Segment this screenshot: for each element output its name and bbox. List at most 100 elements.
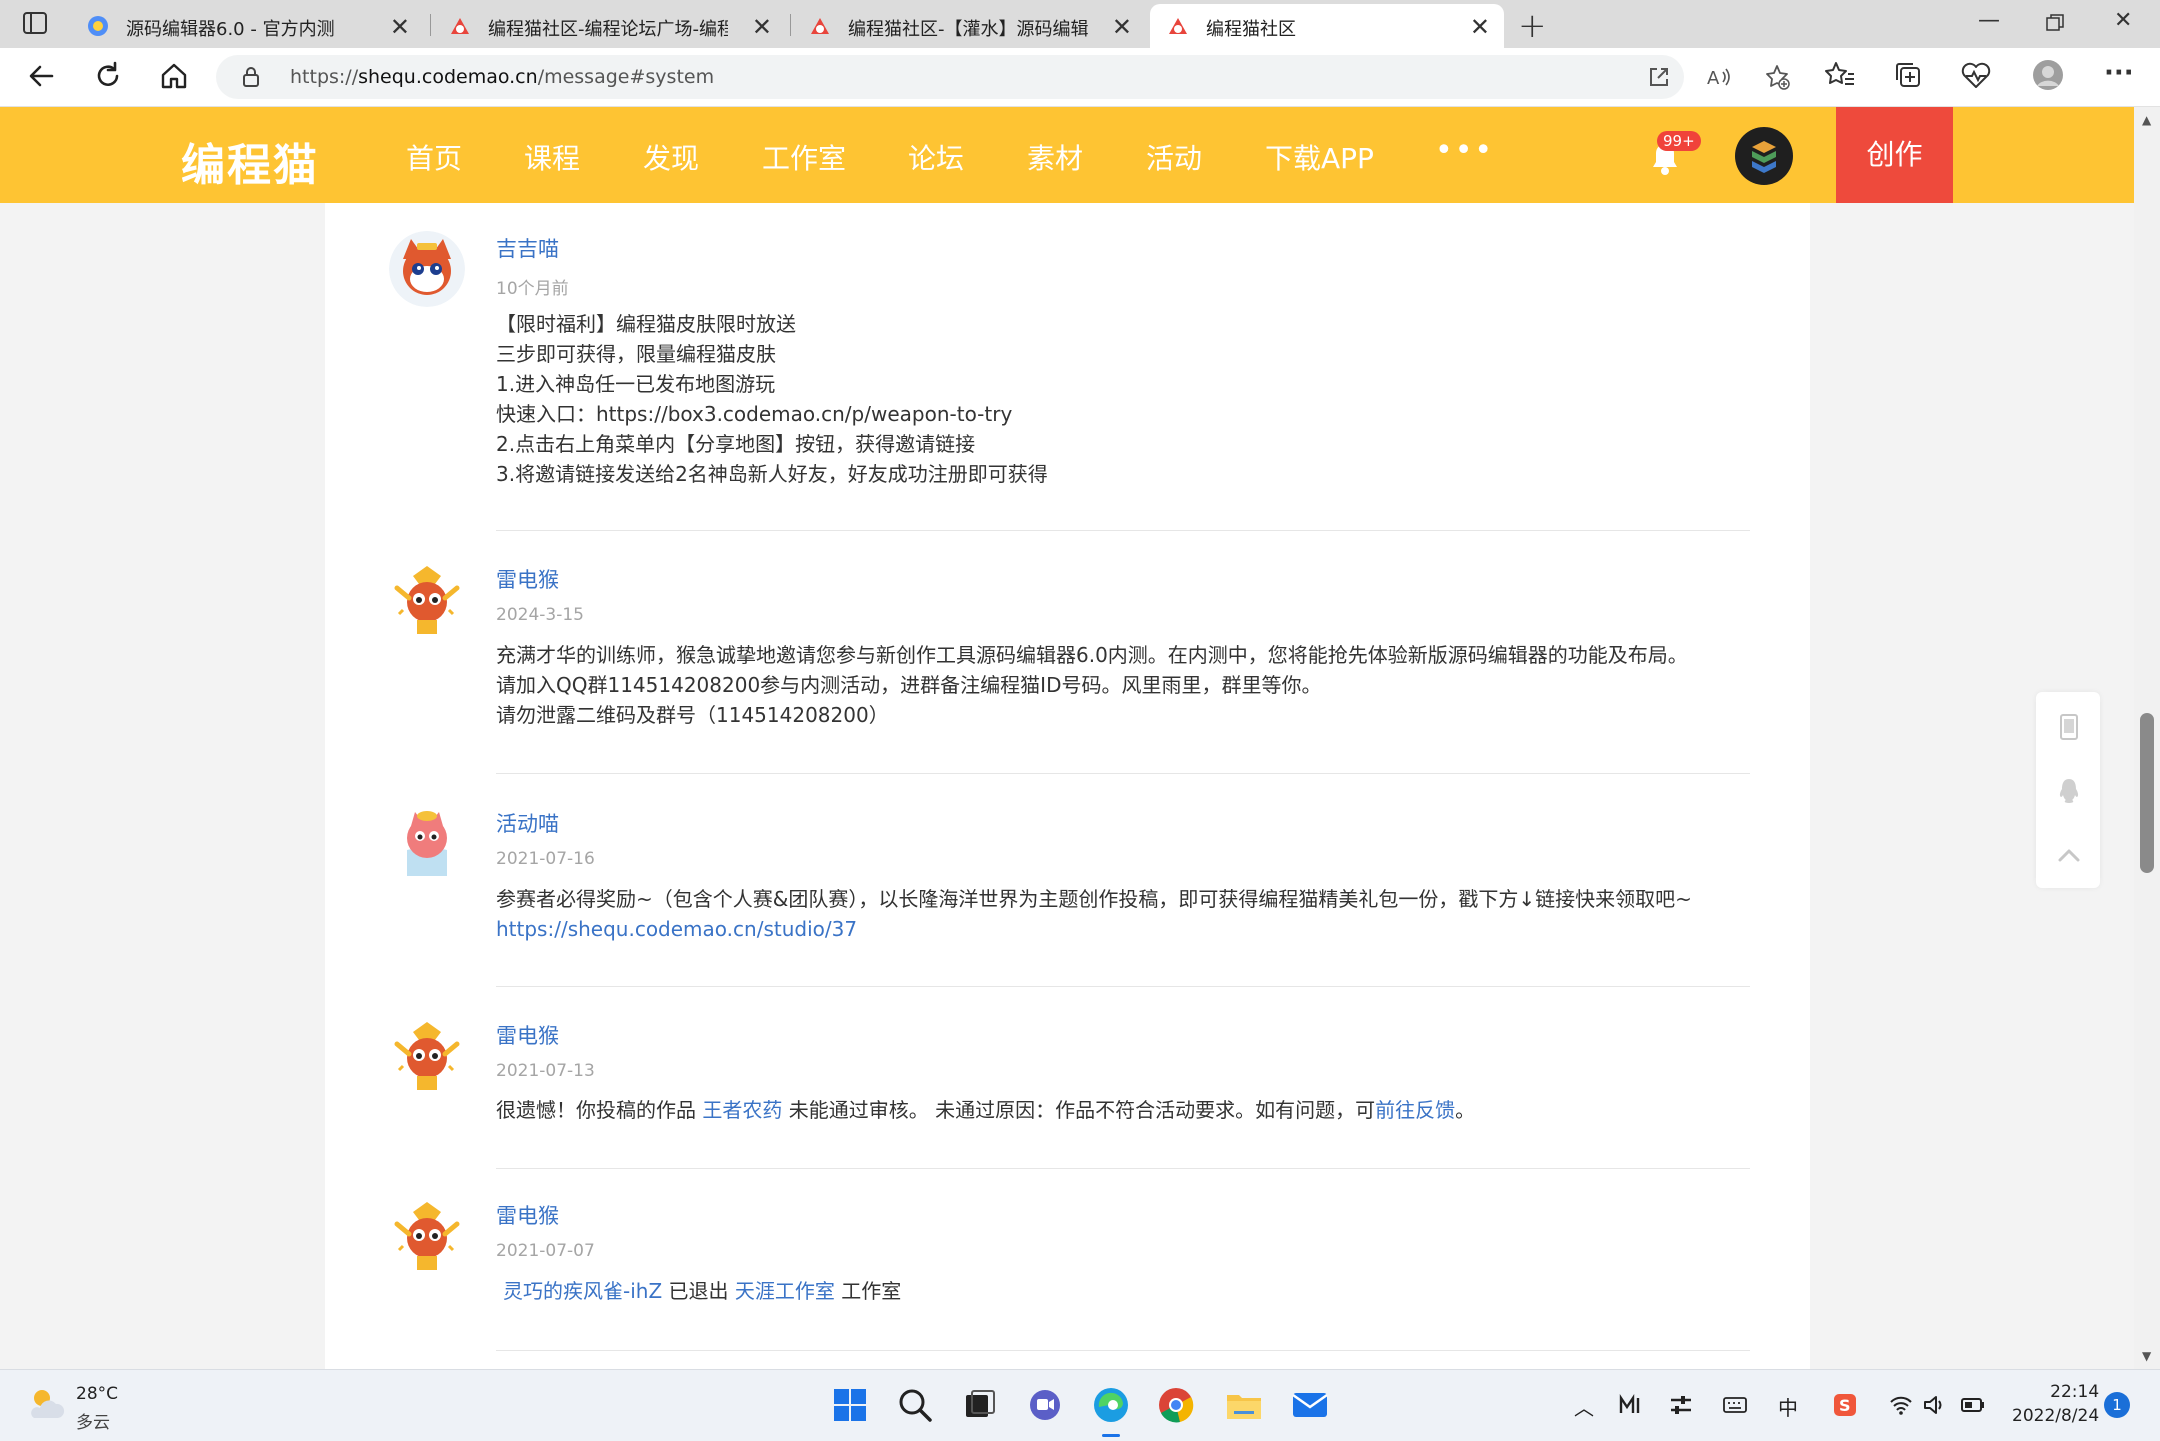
browser-tab[interactable]: 源码编辑器6.0 - 官方内测 ✕ [70,4,424,48]
feedback-link[interactable]: 前往反馈 [1375,1098,1455,1122]
nav-events[interactable]: 活动 [1146,137,1202,177]
browser-tab[interactable]: 编程猫社区-编程论坛广场-编程学 ✕ [432,4,786,48]
edge-browser-icon[interactable] [1089,1383,1133,1427]
site-logo[interactable]: 编程猫 [181,129,319,193]
new-tab-icon[interactable]: + [1518,6,1547,46]
nav-discover[interactable]: 发现 [643,137,699,177]
sender-avatar[interactable] [389,806,465,882]
audio-app-icon[interactable] [1618,1392,1644,1418]
studio-name-link[interactable]: 天涯工作室 [735,1279,835,1303]
user-avatar-image [1752,141,1776,173]
minimize-icon[interactable]: — [1978,8,2000,33]
sender-name[interactable]: 雷电猴 [496,1200,559,1230]
chat-icon[interactable] [1023,1383,1067,1427]
studio-link[interactable]: https://shequ.codemao.cn/studio/37 [496,917,857,941]
settings-more-icon[interactable]: ··· [2104,58,2136,90]
tab-close-icon[interactable]: ✕ [752,13,772,41]
profile-avatar-icon[interactable] [2032,59,2064,91]
sogou-input-icon[interactable]: S [1832,1392,1858,1418]
weather-widget[interactable]: 28°C 多云 [26,1384,118,1433]
message-divider [496,530,1750,531]
sender-name[interactable]: 活动喵 [496,808,559,838]
qq-icon[interactable] [2054,776,2084,806]
page-scrollbar[interactable]: ▲ ▼ [2134,107,2160,1369]
ime-indicator[interactable]: 中 [1778,1392,1804,1420]
back-to-top-icon[interactable] [2054,840,2084,870]
start-icon[interactable] [828,1383,872,1427]
message-line: 1.进入神岛任一已发布地图游玩 [496,372,776,396]
site-header: 编程猫 首页 课程 发现 工作室 论坛 素材 活动 下载APP ••• 99+ … [0,107,2134,203]
user-avatar[interactable] [1735,127,1793,185]
tab-actions-icon[interactable] [22,11,48,35]
message-line: 请加入QQ群114514208200参与内测活动，进群备注编程猫ID号码。风里雨… [496,673,1322,697]
favorites-icon[interactable] [1824,59,1856,91]
system-clock[interactable]: 22:14 2022/8/24 [2012,1382,2099,1426]
sender-name[interactable]: 吉吉喵 [496,233,559,263]
scroll-up-icon[interactable]: ▲ [2142,113,2151,127]
scroll-down-icon[interactable]: ▼ [2142,1349,2151,1363]
sender-avatar[interactable] [389,562,465,638]
nav-more-icon[interactable]: ••• [1435,133,1494,168]
message-body: 【限时福利】编程猫皮肤限时放送 三步即可获得，限量编程猫皮肤 1.进入神岛任一已… [496,309,1048,489]
message-divider [496,986,1750,987]
refresh-icon[interactable] [90,58,126,94]
home-icon[interactable] [156,58,192,94]
nav-forum[interactable]: 论坛 [908,137,964,177]
nav-studio[interactable]: 工作室 [762,137,846,177]
nav-courses[interactable]: 课程 [524,137,580,177]
browser-tab[interactable]: 编程猫社区-【灌水】源码编辑器 ✕ [792,4,1146,48]
controls-icon[interactable] [1668,1392,1694,1418]
volume-icon[interactable] [1922,1392,1948,1418]
show-hidden-icons-chevron-icon[interactable]: ︿ [1574,1392,1600,1420]
nav-download-app[interactable]: 下载APP [1265,137,1374,177]
tab-close-icon[interactable]: ✕ [390,13,410,41]
tab-close-icon[interactable]: ✕ [1470,13,1490,41]
search-icon[interactable] [893,1383,937,1427]
mail-icon[interactable] [1288,1383,1332,1427]
message-item: 活动喵 2021-07-16 参赛者必得奖励~（包含个人赛&团队赛），以长隆海洋… [325,776,1810,988]
sender-name[interactable]: 雷电猴 [496,1020,559,1050]
file-explorer-icon[interactable] [1222,1383,1266,1427]
lock-icon[interactable] [242,66,260,88]
message-body: 充满才华的训练师，猴急诚挚地邀请您参与新创作工具源码编辑器6.0内测。在内测中，… [496,640,1688,730]
user-link[interactable]: 灵巧的疾风雀-ihZ [503,1279,662,1303]
message-text: 。 [1455,1098,1476,1122]
collections-icon[interactable] [1892,59,1924,91]
svg-text:S: S [1839,1396,1851,1415]
tab-title: 编程猫社区 [1206,19,1296,40]
back-icon[interactable] [24,58,60,94]
sender-avatar[interactable] [389,1198,465,1274]
maximize-icon[interactable] [2046,14,2064,32]
tab-close-icon[interactable]: ✕ [1112,13,1132,41]
browser-tab-active[interactable]: 编程猫社区 ✕ [1150,4,1504,48]
weather-condition: 多云 [76,1413,110,1433]
chrome-icon[interactable] [1154,1383,1198,1427]
nav-home[interactable]: 首页 [406,137,462,177]
add-favorite-icon[interactable] [1764,64,1790,90]
sender-avatar[interactable] [389,1018,465,1094]
browser-essentials-icon[interactable] [1960,59,1992,91]
create-button[interactable]: 创作 [1836,107,1953,203]
task-view-icon[interactable] [958,1383,1002,1427]
battery-icon[interactable] [1960,1392,1986,1418]
monkey-mascot-avatar-icon [389,1198,465,1274]
address-bar[interactable]: https://shequ.codemao.cn/message#system … [216,55,1790,99]
scrollbar-thumb[interactable] [2140,713,2154,873]
notification-count-badge[interactable]: 1 [2104,1392,2130,1418]
nav-materials[interactable]: 素材 [1027,137,1083,177]
mobile-app-icon[interactable] [2054,712,2084,742]
cat-mascot-avatar-icon [389,231,465,307]
work-link[interactable]: 王者农药 [702,1098,782,1122]
open-in-app-icon[interactable] [1646,64,1672,90]
url-text[interactable]: https://shequ.codemao.cn/message#system [290,66,714,88]
keyboard-icon[interactable] [1722,1392,1748,1418]
window-close-icon[interactable]: ✕ [2114,8,2132,33]
read-aloud-icon[interactable]: A [1706,64,1732,90]
message-line: 请勿泄露二维码及群号（114514208200） [496,703,889,727]
wifi-icon[interactable] [1888,1392,1914,1418]
message-item: 雷电猴 2021-07-07 灵巧的疾风雀-ihZ 已退出 天涯工作室 工作室 [325,1168,1810,1368]
message-body: 很遗憾！你投稿的作品 王者农药 未能通过审核。 未通过原因：作品不符合活动要求。… [496,1095,1475,1125]
sender-name[interactable]: 雷电猴 [496,564,559,594]
message-line: 充满才华的训练师，猴急诚挚地邀请您参与新创作工具源码编辑器6.0内测。在内测中，… [496,643,1688,667]
sender-avatar[interactable] [389,231,465,307]
